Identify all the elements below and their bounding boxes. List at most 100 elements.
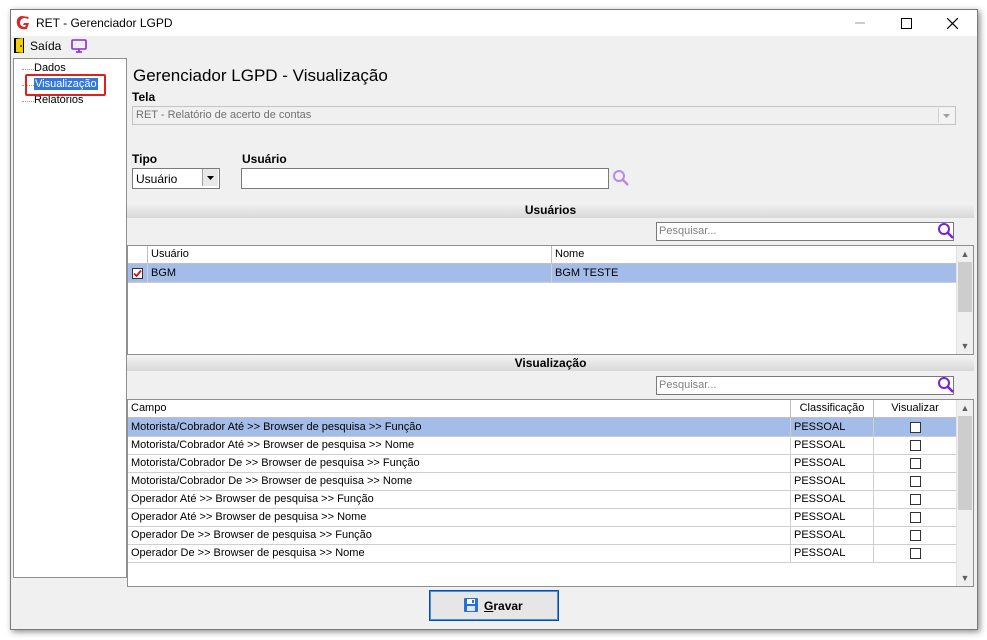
tela-value: RET - Relatório de acerto de contas — [136, 109, 312, 121]
checkbox-icon[interactable] — [910, 476, 921, 487]
cell-usuario: BGM — [148, 264, 552, 282]
table-row[interactable]: Motorista/Cobrador Até >> Browser de pes… — [128, 418, 957, 437]
monitor-icon[interactable] — [71, 39, 87, 53]
cell-campo: Motorista/Cobrador Até >> Browser de pes… — [128, 418, 791, 436]
table-row[interactable]: BGM BGM TESTE — [128, 264, 957, 283]
checkbox-icon[interactable] — [910, 530, 921, 541]
cell-visualizar[interactable] — [874, 508, 957, 526]
window-title: RET - Gerenciador LGPD — [36, 16, 173, 30]
close-icon — [946, 17, 958, 29]
search-icon[interactable] — [937, 222, 955, 240]
tipo-value: Usuário — [136, 172, 178, 186]
search-icon[interactable] — [937, 376, 955, 394]
cell-campo: Motorista/Cobrador De >> Browser de pesq… — [128, 454, 791, 472]
cell-classificacao: PESSOAL — [791, 436, 874, 454]
usuario-label: Usuário — [242, 152, 287, 166]
scroll-down-icon[interactable]: ▼ — [957, 338, 973, 354]
minimize-icon — [855, 22, 865, 24]
checkbox-icon[interactable] — [910, 548, 921, 559]
exit-button[interactable]: Saída — [30, 39, 61, 53]
table-row[interactable]: Motorista/Cobrador De >> Browser de pesq… — [128, 472, 957, 491]
tela-select: RET - Relatório de acerto de contas — [132, 106, 956, 125]
maximize-icon — [900, 17, 912, 29]
maximize-button[interactable] — [883, 10, 929, 36]
tipo-dropdown-arrow[interactable] — [202, 169, 218, 186]
cell-classificacao: PESSOAL — [791, 418, 874, 436]
cell-campo: Operador De >> Browser de pesquisa >> Fu… — [128, 526, 791, 544]
cell-campo: Motorista/Cobrador De >> Browser de pesq… — [128, 472, 791, 490]
save-label-rest: ravar — [493, 599, 523, 613]
save-label-mnemonic: G — [484, 599, 494, 613]
cell-visualizar[interactable] — [874, 526, 957, 544]
cell-visualizar[interactable] — [874, 472, 957, 490]
column-header-campo[interactable]: Campo — [128, 400, 791, 417]
scroll-down-icon[interactable]: ▼ — [957, 570, 973, 586]
visualizacao-scrollbar[interactable]: ▲ ▼ — [956, 400, 973, 586]
toolbar: Saída — [11, 36, 977, 56]
scroll-up-icon[interactable]: ▲ — [957, 400, 973, 416]
table-row[interactable]: Operador Até >> Browser de pesquisa >> N… — [128, 508, 957, 527]
column-header-usuario[interactable]: Usuário — [148, 246, 552, 263]
save-button-label: Gravar — [484, 599, 523, 613]
cell-campo: Operador Até >> Browser de pesquisa >> F… — [128, 490, 791, 508]
save-button[interactable]: Gravar — [429, 590, 559, 621]
visualizacao-grid: Campo Classificação Visualizar Motorista… — [127, 399, 974, 587]
title-bar: RET - Gerenciador LGPD — [11, 10, 977, 36]
cell-visualizar[interactable] — [874, 454, 957, 472]
row-checkbox-cell[interactable] — [128, 264, 148, 282]
column-header-nome[interactable]: Nome — [552, 246, 957, 263]
usuarios-grid: Usuário Nome BGM BGM TESTE ▲ ▼ — [127, 245, 974, 355]
checkbox-icon[interactable] — [910, 458, 921, 469]
checkbox-checked-icon[interactable] — [132, 268, 143, 279]
save-disk-icon — [464, 598, 478, 612]
scrollbar-thumb[interactable] — [958, 416, 972, 510]
cell-campo: Operador Até >> Browser de pesquisa >> N… — [128, 508, 791, 526]
scrollbar-thumb[interactable] — [958, 262, 972, 312]
table-row[interactable]: Operador Até >> Browser de pesquisa >> F… — [128, 490, 957, 509]
table-row[interactable]: Operador De >> Browser de pesquisa >> No… — [128, 544, 957, 563]
tipo-select[interactable]: Usuário — [132, 168, 220, 189]
tela-label: Tela — [132, 90, 156, 104]
cell-visualizar[interactable] — [874, 490, 957, 508]
scroll-up-icon[interactable]: ▲ — [957, 246, 973, 262]
app-window: RET - Gerenciador LGPD Saída Dados Visua… — [10, 9, 978, 630]
cell-visualizar[interactable] — [874, 544, 957, 562]
cell-campo: Operador De >> Browser de pesquisa >> No… — [128, 544, 791, 562]
navigation-tree: Dados Visualização Relatórios — [13, 58, 127, 578]
visualizacao-search-placeholder: Pesquisar... — [659, 379, 717, 391]
search-icon[interactable] — [612, 169, 630, 187]
usuarios-scrollbar[interactable]: ▲ ▼ — [956, 246, 973, 354]
tree-item-dados[interactable]: Dados — [34, 62, 66, 74]
usuario-input[interactable] — [241, 168, 609, 189]
cell-classificacao: PESSOAL — [791, 544, 874, 562]
page-title: Gerenciador LGPD - Visualização — [133, 66, 388, 85]
visualizacao-section-header: Visualização — [127, 355, 974, 371]
usuarios-search-placeholder: Pesquisar... — [659, 225, 717, 237]
column-header-visualizar[interactable]: Visualizar — [874, 400, 957, 417]
usuarios-section-header: Usuários — [127, 202, 974, 218]
cell-classificacao: PESSOAL — [791, 454, 874, 472]
checkbox-icon[interactable] — [910, 512, 921, 523]
close-button[interactable] — [929, 10, 975, 36]
visualizacao-search-input[interactable]: Pesquisar... — [656, 376, 954, 395]
visualizacao-grid-header: Campo Classificação Visualizar — [128, 400, 957, 418]
chevron-down-icon — [943, 114, 950, 118]
cell-classificacao: PESSOAL — [791, 526, 874, 544]
tipo-label: Tipo — [132, 152, 158, 166]
checkbox-icon[interactable] — [910, 422, 921, 433]
table-row[interactable]: Motorista/Cobrador De >> Browser de pesq… — [128, 454, 957, 473]
table-row[interactable]: Operador De >> Browser de pesquisa >> Fu… — [128, 526, 957, 545]
exit-icon[interactable] — [14, 38, 24, 53]
column-header-classificacao[interactable]: Classificação — [791, 400, 874, 417]
highlight-box — [25, 74, 106, 96]
cell-visualizar[interactable] — [874, 436, 957, 454]
usuarios-grid-header: Usuário Nome — [128, 246, 957, 264]
main-panel: Gerenciador LGPD - Visualização Tela RET… — [127, 56, 975, 587]
tela-dropdown-arrow — [938, 108, 954, 123]
minimize-button[interactable] — [837, 10, 883, 36]
checkbox-icon[interactable] — [910, 494, 921, 505]
cell-visualizar[interactable] — [874, 418, 957, 436]
checkbox-icon[interactable] — [910, 440, 921, 451]
usuarios-search-input[interactable]: Pesquisar... — [656, 222, 954, 241]
table-row[interactable]: Motorista/Cobrador Até >> Browser de pes… — [128, 436, 957, 455]
